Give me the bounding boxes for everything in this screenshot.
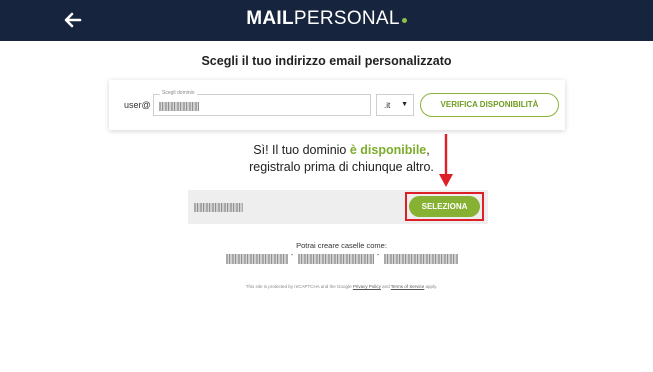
terms-of-service-link[interactable]: Terms of Service: [391, 284, 425, 289]
availability-text: Sì! Il tuo dominio: [253, 143, 350, 157]
caret-down-icon: ▼: [401, 101, 408, 108]
verify-availability-button[interactable]: VERIFICA DISPONIBILITÀ: [420, 93, 559, 117]
domain-input[interactable]: Scegli dominio: [153, 90, 371, 116]
available-highlight: è disponibile: [349, 143, 427, 157]
redacted-email-example: [384, 254, 458, 264]
redacted-email-example: [226, 254, 288, 264]
domain-search-card: user@ Scegli dominio .it ▼ VERIFICA DISP…: [109, 80, 565, 130]
mailbox-examples: - -: [226, 252, 458, 264]
logo-text-light: PERSONAL: [293, 8, 400, 29]
mailbox-examples-label: Potrai creare caselle come:: [296, 241, 387, 250]
privacy-policy-link[interactable]: Privacy Policy: [353, 284, 381, 289]
select-button[interactable]: SELEZIONA: [409, 196, 480, 217]
tld-select[interactable]: .it ▼: [376, 94, 414, 116]
availability-comma: ,: [426, 143, 430, 157]
redacted-domain-value: [159, 102, 199, 111]
email-prefix: user@: [124, 100, 151, 110]
logo-text-bold: MAIL: [246, 8, 294, 29]
recaptcha-text: apply.: [424, 284, 438, 289]
example-separator: -: [291, 252, 294, 259]
top-header: MAILPERSONAL: [0, 0, 653, 41]
redacted-domain-name: [194, 203, 243, 212]
availability-line-1: Sì! Il tuo dominio è disponibile,: [0, 142, 653, 159]
availability-line-2: registralo prima di chiunque altro.: [249, 160, 434, 174]
tld-selected-value: .it: [384, 101, 391, 110]
recaptcha-notice: This site is protected by reCAPTCHA and …: [0, 284, 653, 289]
logo-dot-icon: [401, 18, 407, 23]
domain-input-label: Scegli dominio: [160, 90, 197, 96]
recaptcha-text: This site is protected by reCAPTCHA and …: [245, 284, 353, 289]
page-title: Scegli il tuo indirizzo email personaliz…: [201, 54, 452, 68]
recaptcha-text: and: [380, 284, 391, 289]
brand-logo[interactable]: MAILPERSONAL: [0, 8, 653, 30]
example-separator: -: [377, 252, 380, 259]
red-arrow-down-icon: [439, 134, 453, 187]
availability-message: Sì! Il tuo dominio è disponibile, regist…: [0, 142, 653, 176]
redacted-email-example: [298, 254, 374, 264]
